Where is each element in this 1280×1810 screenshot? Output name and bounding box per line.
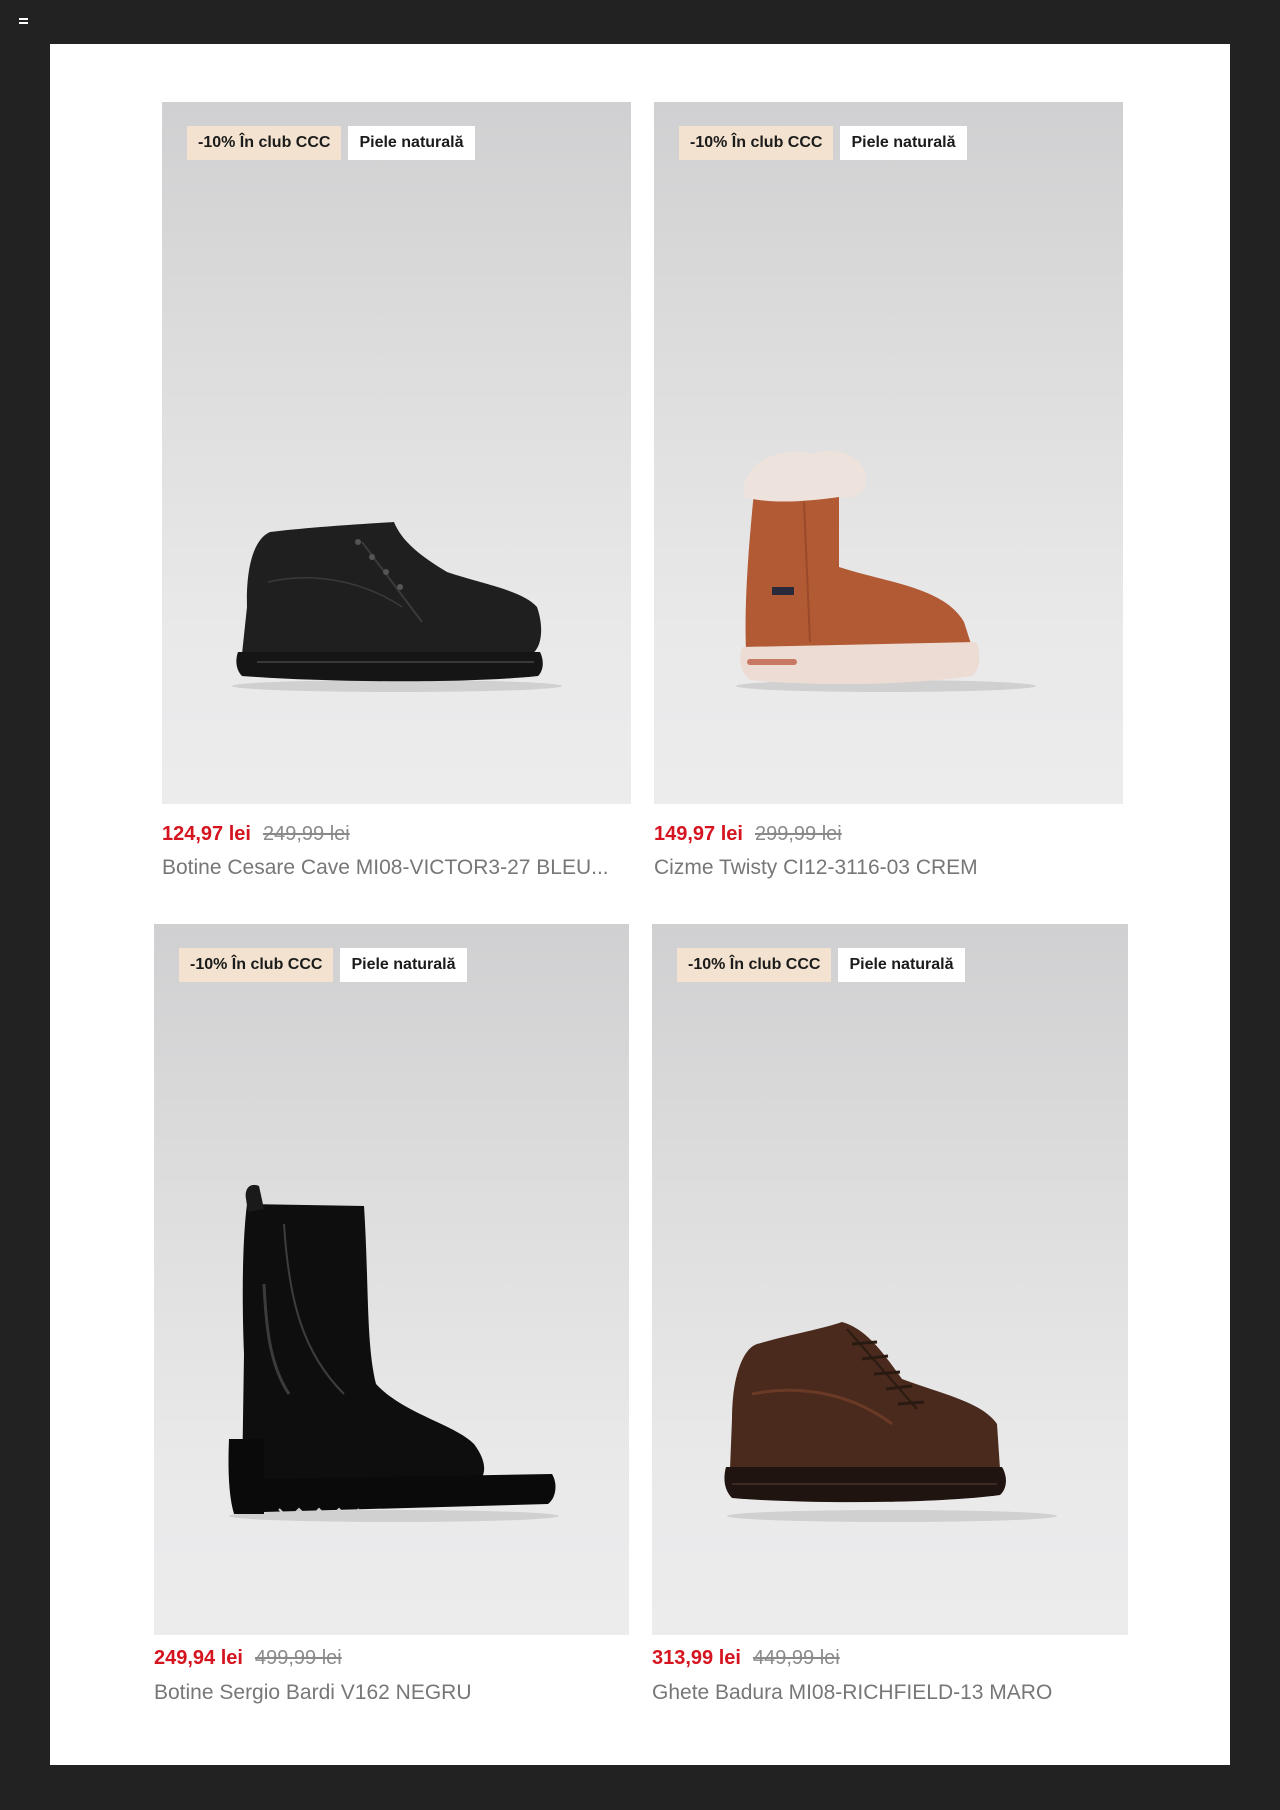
- price-row: 313,99 lei 449,99 lei: [652, 1647, 840, 1670]
- club-discount-badge: -10% În club CCC: [677, 948, 832, 982]
- material-badge: Piele naturală: [348, 126, 475, 160]
- badges: -10% În club CCC Piele naturală: [179, 948, 467, 982]
- club-discount-badge: -10% În club CCC: [179, 948, 334, 982]
- old-price: 449,99 lei: [752, 1647, 840, 1669]
- product-name[interactable]: Botine Cesare Cave MI08-VICTOR3-27 BLEU.…: [162, 856, 631, 880]
- shoe-image: [724, 1322, 1057, 1522]
- product-image[interactable]: -10% În club CCC Piele naturală: [654, 102, 1123, 804]
- sale-price: 149,97 lei: [654, 823, 743, 845]
- product-card[interactable]: -10% În club CCC Piele naturală 313,99 l…: [652, 924, 1128, 1714]
- badges: -10% În club CCC Piele naturală: [187, 126, 475, 160]
- product-card[interactable]: -10% În club CCC Piele naturală 149,97 l…: [654, 102, 1123, 892]
- product-image[interactable]: -10% În club CCC Piele naturală: [652, 924, 1128, 1635]
- price-row: 249,94 lei 499,99 lei: [154, 1647, 342, 1670]
- shoe-image: [228, 1184, 559, 1522]
- sale-price: 124,97 lei: [162, 823, 251, 845]
- material-badge: Piele naturală: [838, 948, 965, 982]
- product-image[interactable]: -10% În club CCC Piele naturală: [154, 924, 629, 1635]
- menu-icon[interactable]: [19, 18, 28, 24]
- price-row: 124,97 lei 249,99 lei: [162, 823, 350, 846]
- product-name[interactable]: Ghete Badura MI08-RICHFIELD-13 MARO: [652, 1681, 1128, 1705]
- material-badge: Piele naturală: [340, 948, 467, 982]
- badges: -10% În club CCC Piele naturală: [679, 126, 967, 160]
- old-price: 249,99 lei: [262, 823, 350, 845]
- material-badge: Piele naturală: [840, 126, 967, 160]
- old-price: 499,99 lei: [254, 1647, 342, 1669]
- sale-price: 313,99 lei: [652, 1647, 741, 1669]
- product-card[interactable]: -10% În club CCC Piele naturală 249,94 l…: [154, 924, 629, 1714]
- product-card[interactable]: -10% În club CCC Piele naturală 124,97 l…: [162, 102, 631, 892]
- old-price: 299,99 lei: [754, 823, 842, 845]
- product-name[interactable]: Cizme Twisty CI12-3116-03 CREM: [654, 856, 1123, 880]
- product-grid: -10% În club CCC Piele naturală 124,97 l…: [50, 44, 1230, 1765]
- shoe-image: [736, 450, 1036, 692]
- sale-price: 249,94 lei: [154, 1647, 243, 1669]
- shoe-image: [232, 522, 562, 692]
- club-discount-badge: -10% În club CCC: [679, 126, 834, 160]
- club-discount-badge: -10% În club CCC: [187, 126, 342, 160]
- product-image[interactable]: -10% În club CCC Piele naturală: [162, 102, 631, 804]
- price-row: 149,97 lei 299,99 lei: [654, 823, 842, 846]
- badges: -10% În club CCC Piele naturală: [677, 948, 965, 982]
- product-name[interactable]: Botine Sergio Bardi V162 NEGRU: [154, 1681, 629, 1705]
